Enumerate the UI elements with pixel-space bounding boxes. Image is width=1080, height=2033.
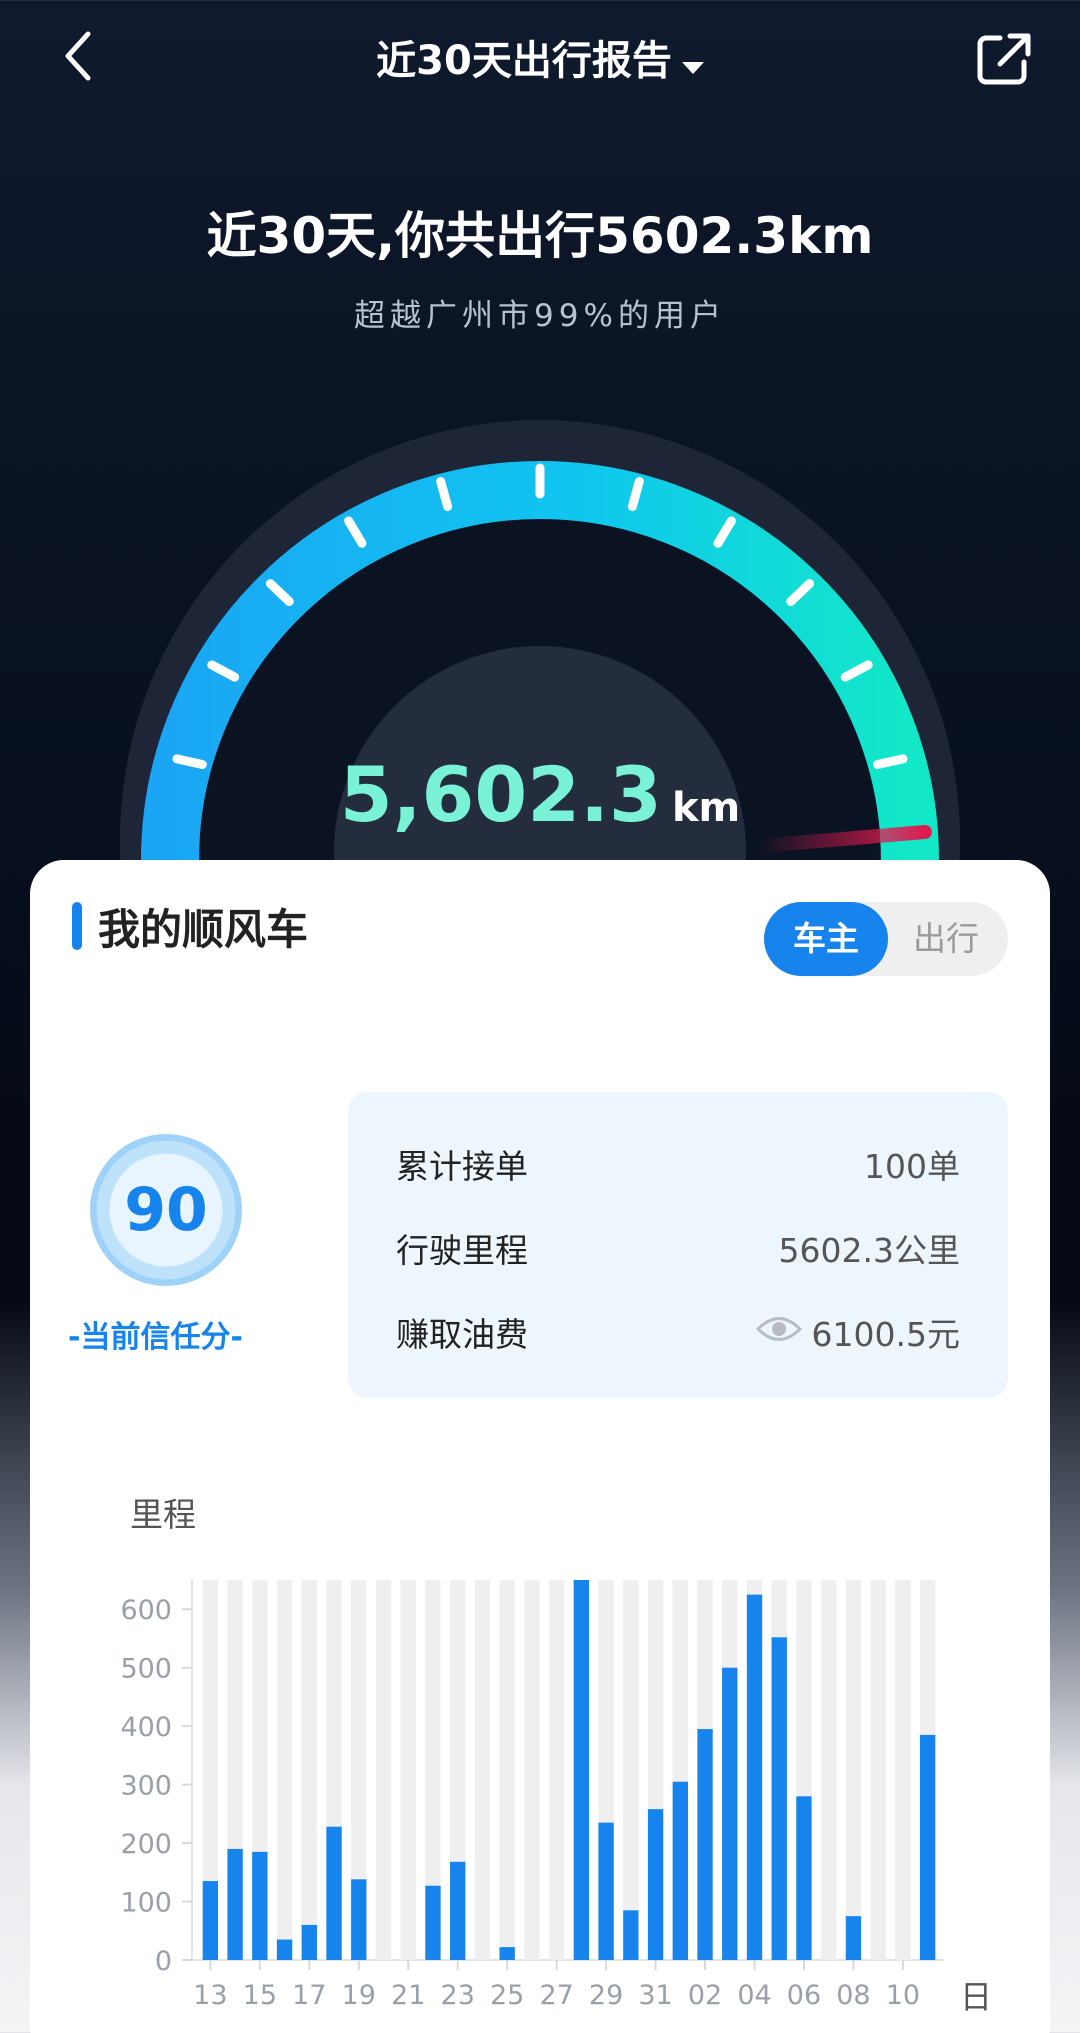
mileage-bar-11[interactable] (919, 1734, 936, 1960)
x-tick-label: 19 (342, 1980, 376, 2011)
report-period-dropdown[interactable]: 近30天出行报告 (0, 28, 1080, 86)
stat-row-fuel: 赚取油费 6100.5元 (396, 1310, 960, 1354)
role-toggle: 车主 出行 (764, 902, 1008, 976)
mileage-bar-15[interactable] (252, 1851, 268, 1960)
trust-score-value: 90 (124, 1175, 208, 1245)
mileage-bar-04[interactable] (746, 1594, 763, 1960)
bar-track (400, 1580, 416, 1960)
bar-track (895, 1580, 911, 1960)
x-tick-label: 13 (193, 1980, 227, 2011)
x-tick-label: 17 (292, 1980, 326, 2011)
x-tick-label: 06 (787, 1980, 821, 2011)
x-tick-label: 29 (589, 1980, 623, 2011)
mileage-bar-13[interactable] (202, 1881, 219, 1960)
gauge-value: 5,602.3 km (0, 750, 1080, 839)
stat-value: 5602.3公里 (778, 1231, 960, 1270)
bar-track (474, 1580, 491, 1960)
x-tick-label: 08 (836, 1980, 870, 2011)
mileage-bar-02[interactable] (697, 1729, 713, 1960)
bar-track (623, 1580, 639, 1960)
stat-label: 累计接单 (396, 1147, 528, 1186)
y-tick-label: 300 (120, 1771, 172, 1802)
mileage-bar-30[interactable] (623, 1910, 639, 1960)
stat-row-mileage: 行驶里程 5602.3公里 (396, 1226, 960, 1270)
mileage-bar-chart: 0 100 200 300 400 500 600 13 15 17 19 21 23 25 27 29 31 0… (120, 1580, 944, 2011)
trust-score-label: -当前信任分- (68, 1320, 243, 1355)
x-tick-label: 31 (638, 1980, 672, 2011)
share-button[interactable] (974, 30, 1034, 90)
page-title: 近30天出行报告 (376, 38, 672, 84)
mileage-bar-25[interactable] (499, 1947, 515, 1960)
mileage-bar-01[interactable] (672, 1781, 688, 1960)
trust-score-badge: 90 (90, 1134, 242, 1286)
eye-icon[interactable] (755, 1313, 802, 1352)
mileage-bar-08[interactable] (845, 1916, 862, 1960)
x-tick-label: 21 (391, 1980, 425, 2011)
mileage-bar-31[interactable] (647, 1809, 664, 1960)
y-tick-label: 500 (120, 1654, 172, 1685)
mileage-bar-16[interactable] (276, 1939, 293, 1960)
x-tick-label: 04 (737, 1980, 771, 2011)
top-bar: 近30天出行报告 (0, 0, 1080, 120)
gauge-unit: km (671, 785, 741, 831)
bar-track (548, 1580, 565, 1960)
stat-value: 100单 (864, 1147, 960, 1186)
mileage-bar-17[interactable] (301, 1924, 317, 1960)
stats-panel: 累计接单 100单 行驶里程 5602.3公里 赚取油费 6100.5元 (348, 1092, 1008, 1398)
x-axis-unit: 日 (960, 1978, 993, 2016)
bar-track (870, 1580, 886, 1960)
bar-track (845, 1580, 862, 1960)
bar-track (499, 1580, 515, 1960)
stat-value: 6100.5元 (811, 1315, 960, 1354)
bar-track (276, 1580, 293, 1960)
bar-track (375, 1580, 392, 1960)
bar-track (821, 1580, 837, 1960)
share-external-icon (977, 33, 1031, 85)
x-tick-label: 10 (886, 1980, 920, 2011)
card-title: 我的顺风车 (72, 902, 308, 954)
x-tick-label: 15 (243, 1980, 277, 2011)
y-tick-label: 600 (120, 1595, 172, 1626)
x-tick-label: 23 (441, 1980, 475, 2011)
toggle-driver[interactable]: 车主 (764, 902, 888, 976)
stat-value-wrap: 6100.5元 (755, 1308, 960, 1356)
mileage-bar-28[interactable] (573, 1580, 590, 1960)
x-tick-label: 27 (539, 1980, 573, 2011)
mileage-bar-03[interactable] (722, 1667, 738, 1960)
mileage-bar-06[interactable] (796, 1796, 812, 1960)
summary-headline: 近30天,你共出行5602.3km (206, 207, 874, 265)
y-tick-label: 200 (120, 1829, 172, 1860)
title-accent-bar (72, 902, 82, 950)
mileage-bar-29[interactable] (598, 1822, 614, 1960)
card-title-text: 我的顺风车 (98, 904, 309, 954)
toggle-passenger[interactable]: 出行 (884, 902, 1008, 976)
mileage-bar-14[interactable] (227, 1848, 243, 1960)
summary-subline: 超越广州市99%的用户 (354, 298, 726, 334)
stat-label: 行驶里程 (396, 1231, 528, 1270)
gauge-number: 5,602.3 (339, 750, 662, 839)
y-tick-label: 400 (120, 1712, 172, 1743)
mileage-bar-05[interactable] (771, 1637, 787, 1960)
chart-title: 里程 (130, 1495, 196, 1534)
bar-track (301, 1580, 317, 1960)
y-tick-label: 100 (120, 1888, 172, 1919)
x-tick-label: 25 (490, 1980, 524, 2011)
stat-label: 赚取油费 (396, 1315, 528, 1354)
mileage-bar-19[interactable] (351, 1879, 367, 1960)
caret-down-icon (681, 40, 704, 86)
y-tick-label: 0 (155, 1946, 172, 1977)
bar-track (524, 1580, 540, 1960)
mileage-bar-23[interactable] (450, 1861, 466, 1960)
mileage-bar-18[interactable] (326, 1826, 342, 1960)
stat-row-orders: 累计接单 100单 (396, 1142, 960, 1186)
x-tick-label: 02 (688, 1980, 722, 2011)
carpool-card: 我的顺风车 车主 出行 90 -当前信任分- 累计接单 100单 行驶里程 56… (30, 860, 1050, 2033)
mileage-bar-22[interactable] (425, 1885, 441, 1960)
